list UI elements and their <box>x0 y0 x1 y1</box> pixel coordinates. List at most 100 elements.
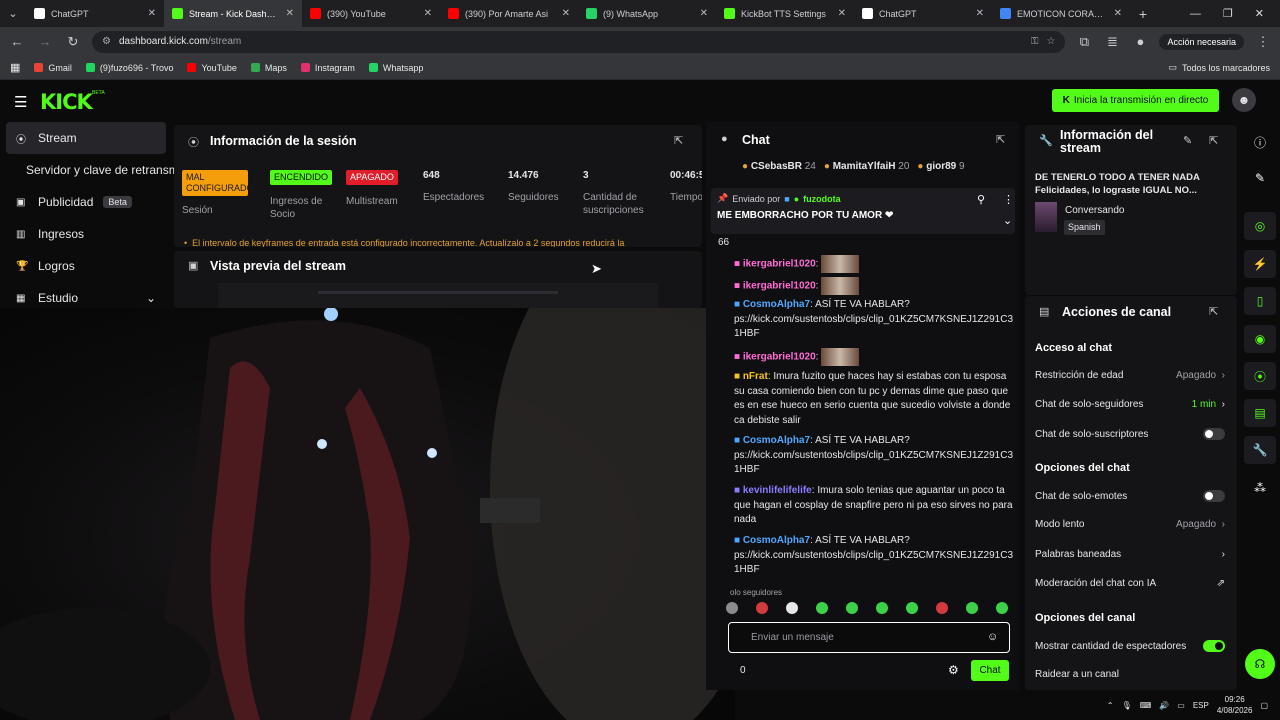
quick-emote-icon[interactable] <box>906 602 918 614</box>
extensions-icon[interactable]: ⧉ <box>1075 34 1093 50</box>
chat-message[interactable]: ■ CosmoAlpha7: ASÍ TE VA HABLAR? ps://ki… <box>734 534 1014 578</box>
emoji-picker-icon[interactable]: ☺ <box>987 631 998 643</box>
chevron-down-icon[interactable]: ⌄ <box>1003 214 1012 227</box>
tab-search-icon[interactable]: ⌄ <box>0 0 26 27</box>
chat-username[interactable]: ikergabriel1020 <box>743 259 816 270</box>
stream-info-popout-icon[interactable]: ⇱ <box>1209 134 1218 147</box>
bookmark-item[interactable]: Whatsapp <box>368 63 423 73</box>
chat-message[interactable]: ■ ikergabriel1020: <box>734 277 1014 295</box>
close-tab-icon[interactable]: ✕ <box>562 8 570 19</box>
top-gifter[interactable]: ● CSebasBR 24 <box>742 161 816 172</box>
close-window-icon[interactable]: ✕ <box>1255 7 1264 20</box>
channel-actions-popout-icon[interactable]: ⇱ <box>1209 305 1218 318</box>
subs-only-toggle[interactable] <box>1203 428 1225 440</box>
close-tab-icon[interactable]: ✕ <box>976 8 984 19</box>
bookmark-item[interactable]: Instagram <box>300 63 355 73</box>
go-live-button[interactable]: K Inicia la transmisión en directo <box>1052 89 1219 112</box>
wrench-rail-icon[interactable]: 🔧 <box>1244 436 1276 464</box>
emotes-only-toggle[interactable] <box>1203 490 1225 502</box>
sidebar-item[interactable]: Servidor y clave de retransm <box>0 154 179 186</box>
browser-tab[interactable]: (390) YouTube ✕ <box>302 0 440 27</box>
restore-icon[interactable]: ❐ <box>1223 7 1233 20</box>
banned-words-row[interactable]: Palabras baneadas › <box>1035 549 1225 560</box>
password-key-icon[interactable]: ⚿ <box>1031 36 1039 47</box>
chat-username[interactable]: ikergabriel1020 <box>743 281 816 292</box>
chat-message[interactable]: ■ kevinlifelifelife: Imura solo tenias q… <box>734 484 1014 528</box>
chevron-down-icon[interactable]: ⌄ <box>146 291 156 305</box>
sidebar-item[interactable]: 🏆 Logros <box>0 250 172 282</box>
followers-only-row[interactable]: Chat de solo-seguidores 1 min › <box>1035 399 1225 410</box>
sidebar-item[interactable]: ▥ Ingresos <box>0 218 172 250</box>
hamburger-menu-icon[interactable]: ☰ <box>14 93 27 111</box>
browser-tab[interactable]: EMOTICON CORAZON N ✕ <box>992 0 1130 27</box>
volume-icon[interactable]: 🔊 <box>1159 701 1169 710</box>
chat-username[interactable]: CosmoAlpha7 <box>743 535 810 546</box>
broadcast-rail-icon[interactable]: ⦿ <box>1244 362 1276 390</box>
quick-emote-icon[interactable] <box>936 602 948 614</box>
browser-tab[interactable]: (9) WhatsApp ✕ <box>578 0 716 27</box>
quick-emote-icon[interactable] <box>756 602 768 614</box>
chat-username[interactable]: nFrat <box>743 371 768 382</box>
chat-icon[interactable]: ◉ <box>1244 325 1276 353</box>
battery-icon[interactable]: ▭ <box>1177 701 1185 710</box>
chat-message[interactable]: 66 <box>718 236 998 251</box>
network-icon[interactable]: ⌨ <box>1140 701 1152 710</box>
chat-message[interactable]: ■ nFrat: Imura fuzito que haces hay si e… <box>734 370 1014 428</box>
pinned-message[interactable]: 📌 Enviado por ■ ● fuzodota ⚲ ⋮ ME EMBORR… <box>711 188 1015 234</box>
action-needed-button[interactable]: Acción necesaria <box>1159 33 1244 50</box>
close-tab-icon[interactable]: ✕ <box>700 8 708 19</box>
back-icon[interactable]: ← <box>8 34 26 49</box>
close-tab-icon[interactable]: ✕ <box>1114 8 1122 19</box>
chat-input[interactable]: Enviar un mensaje ☺ <box>728 622 1010 653</box>
browser-tab[interactable]: (390) Por Amarte Asi ✕ <box>440 0 578 27</box>
close-tab-icon[interactable]: ✕ <box>838 8 846 19</box>
quick-emote-icon[interactable] <box>816 602 828 614</box>
forward-icon[interactable]: → <box>36 34 54 49</box>
quick-emote-icon[interactable] <box>726 602 738 614</box>
minimize-icon[interactable]: — <box>1190 8 1201 20</box>
tray-chevron-icon[interactable]: ⌃ <box>1107 701 1114 710</box>
slow-mode-row[interactable]: Modo lento Apagado › <box>1035 519 1225 530</box>
site-info-icon[interactable]: ⚙ <box>102 36 111 47</box>
bookmark-item[interactable]: YouTube <box>187 63 237 73</box>
chat-popout-icon[interactable]: ⇱ <box>996 133 1005 146</box>
notifications-icon[interactable]: ▢ <box>1260 701 1268 710</box>
kick-logo[interactable]: KICK <box>40 90 93 114</box>
support-headset-icon[interactable]: ☊ <box>1245 649 1275 679</box>
mic-icon[interactable]: 🎙 <box>1122 701 1132 710</box>
top-gifter[interactable]: ● MamitaYlfaiH 20 <box>824 161 910 172</box>
close-tab-icon[interactable]: ✕ <box>148 8 156 19</box>
bookmark-star-icon[interactable]: ☆ <box>1046 36 1055 47</box>
reload-icon[interactable]: ↻ <box>64 34 82 50</box>
chat-message[interactable]: ■ CosmoAlpha7: ASÍ TE VA HABLAR? ps://ki… <box>734 434 1014 478</box>
pinned-menu-icon[interactable]: ⋮ <box>1003 193 1014 206</box>
all-bookmarks-button[interactable]: ▭ Todos los marcadores <box>1168 62 1270 73</box>
profile-icon[interactable]: ● <box>1131 34 1149 49</box>
browser-tab[interactable]: Stream - Kick Dashboard ✕ <box>164 0 302 27</box>
clock[interactable]: 09:26 4/08/2026 <box>1217 694 1253 716</box>
address-bar[interactable]: ⚙ dashboard.kick.com/stream ⚿ ☆ <box>92 30 1066 53</box>
user-avatar[interactable]: ☻ <box>1232 88 1256 112</box>
apps-grid-icon[interactable]: ▦ <box>10 61 20 74</box>
document-icon[interactable]: ▯ <box>1244 287 1276 315</box>
edit-icon[interactable]: ✎ <box>1244 164 1276 192</box>
quick-emote-icon[interactable] <box>996 602 1008 614</box>
chat-settings-gear-icon[interactable]: ⚙ <box>948 663 959 677</box>
browser-tab[interactable]: ChatGPT ✕ <box>854 0 992 27</box>
chat-username[interactable]: CosmoAlpha7 <box>743 435 810 446</box>
lightning-icon[interactable]: ⚡ <box>1244 250 1276 278</box>
menu-kebab-icon[interactable]: ⋮ <box>1254 34 1272 50</box>
browser-tab[interactable]: KickBot TTS Settings ✕ <box>716 0 854 27</box>
chat-username[interactable]: kevinlifelifelife <box>743 485 812 496</box>
chat-username[interactable]: ikergabriel1020 <box>743 352 816 363</box>
edit-pencil-icon[interactable]: ✎ <box>1183 134 1192 147</box>
close-tab-icon[interactable]: ✕ <box>286 8 294 19</box>
chat-message[interactable]: ■ CosmoAlpha7: ASÍ TE VA HABLAR? ps://ki… <box>734 298 1014 342</box>
bookmark-item[interactable]: Gmail <box>34 63 72 73</box>
pin-toggle-icon[interactable]: ⚲ <box>977 193 985 206</box>
sidebar-item[interactable]: ▣ Publicidad Beta <box>0 186 172 218</box>
bookmark-item[interactable]: Maps <box>250 63 287 73</box>
target-icon[interactable]: ◎ <box>1244 212 1276 240</box>
chat-message[interactable]: ■ ikergabriel1020: <box>734 348 1014 366</box>
chat-username[interactable]: CosmoAlpha7 <box>743 299 810 310</box>
